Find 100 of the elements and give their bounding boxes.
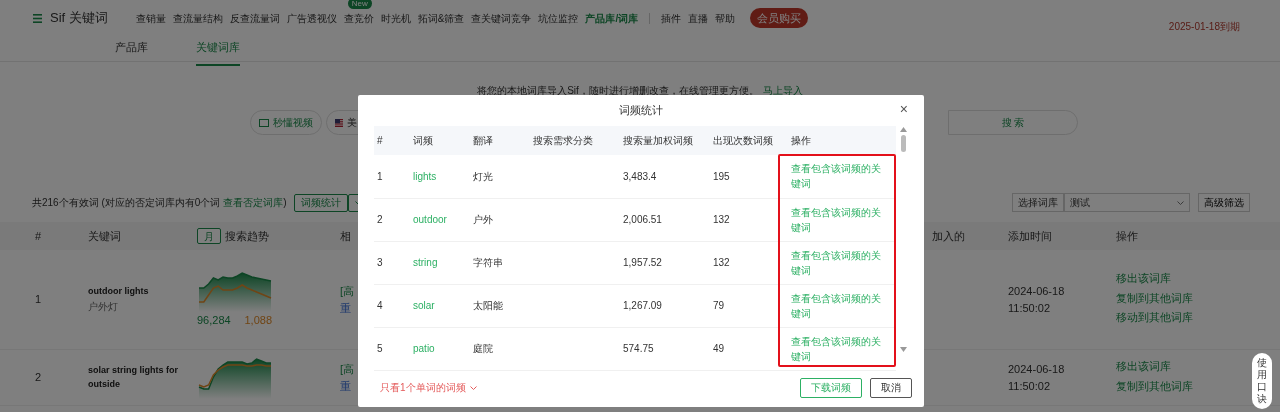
weighted-frequency: 1,957.52 xyxy=(620,241,710,284)
added-time: 2024-06-18 11:50:02 xyxy=(1008,362,1066,394)
nav-link-item[interactable]: 查流量结构 xyxy=(172,12,223,24)
column-header: 操作 xyxy=(788,126,896,155)
dialog-title: 词频统计 xyxy=(619,103,663,119)
rank-value: 1,088 xyxy=(244,313,272,329)
scroll-up-icon[interactable] xyxy=(900,127,907,132)
word-link[interactable]: lights xyxy=(413,170,437,182)
new-badge: New xyxy=(347,0,372,9)
video-button[interactable]: 秒懂视频 xyxy=(250,110,322,135)
nav-link-item[interactable]: 帮助 xyxy=(715,12,736,24)
library-label: 选择词库 xyxy=(1012,193,1064,212)
flag-icon xyxy=(335,118,343,127)
search-button[interactable]: 搜 索 xyxy=(948,110,1078,135)
word-count-filter[interactable]: 只看1个单词的词频 xyxy=(380,380,477,395)
relevance-tag: [高 xyxy=(340,283,355,300)
advanced-filter-button[interactable]: 高级筛选 xyxy=(1198,193,1250,212)
vip-purchase-button[interactable]: 会员购买 xyxy=(750,7,809,29)
view-keywords-link[interactable]: 查看包含该词频的关键词 xyxy=(791,161,893,192)
import-hint: 将您的本地词库导入Sif，随时进行增删改查，在线管理更方便。 xyxy=(477,85,759,96)
column-header: # xyxy=(374,126,410,155)
library-select[interactable]: 测试 xyxy=(1064,193,1190,212)
word-link[interactable]: patio xyxy=(413,343,435,354)
relevance-tag: [高 xyxy=(340,361,355,378)
column-header: 操作 xyxy=(1116,228,1138,244)
column-header: 翻译 xyxy=(470,126,530,155)
keyword-text: solar string lights for outside xyxy=(88,364,179,391)
translation-text: 庭院 xyxy=(470,327,530,370)
view-keywords-link[interactable]: 查看包含该词频的关键词 xyxy=(791,333,893,364)
menu-icon[interactable] xyxy=(33,13,42,23)
row-number: 1 xyxy=(374,155,410,198)
row-number: 5 xyxy=(374,327,410,370)
row-action-link[interactable]: 复制到其他词库 xyxy=(1116,377,1193,394)
column-header: 搜索需求分类 xyxy=(530,126,620,155)
screen-icon xyxy=(259,118,269,127)
nav-link-item[interactable]: 时光机 xyxy=(380,12,411,24)
period-toggle[interactable]: 月 xyxy=(197,228,221,244)
word-frequency-button[interactable]: 词频统计 xyxy=(294,193,349,212)
row-number: 1 xyxy=(35,292,43,308)
expiry-date: 2025-01-18到期 xyxy=(1168,19,1240,34)
reanalyze-link[interactable]: 重 xyxy=(340,377,351,394)
column-header: 相 xyxy=(340,228,351,244)
nav-link-item[interactable]: 插件 xyxy=(661,12,682,24)
word-link[interactable]: string xyxy=(413,257,438,268)
translation-text: 灯光 xyxy=(470,155,530,198)
row-action-link[interactable]: 移出该词库 xyxy=(1116,358,1171,375)
occurrence-count: 79 xyxy=(710,284,788,327)
download-button[interactable]: 下载词频 xyxy=(800,377,862,398)
row-number: 4 xyxy=(374,284,410,327)
nav-link-item[interactable]: 广告透视仪 xyxy=(286,12,337,24)
nav-link-item[interactable]: 反查流量词 xyxy=(229,12,280,24)
word-link[interactable]: outdoor xyxy=(413,214,447,225)
import-link[interactable]: 马上导入 xyxy=(762,85,803,96)
added-time: 2024-06-18 11:50:02 xyxy=(1008,284,1066,316)
cancel-button[interactable]: 取消 xyxy=(870,377,912,398)
row-number: 2 xyxy=(35,370,43,386)
occurrence-count: 195 xyxy=(710,155,788,198)
occurrence-count: 132 xyxy=(710,241,788,284)
weighted-frequency: 2,006.51 xyxy=(620,198,710,241)
view-keywords-link[interactable]: 查看包含该词频的关键词 xyxy=(791,204,893,235)
column-header: 搜索趋势 xyxy=(225,228,269,244)
summary-text: 共216个有效词 (对应的否定词库内有0个词 查看否定词库) xyxy=(32,196,287,210)
usage-tips-tab[interactable]: 使用口诀 xyxy=(1252,353,1272,409)
nav-link-item[interactable]: 产品库/词库 xyxy=(585,12,639,24)
sub-tab[interactable]: 关键词库 xyxy=(196,36,240,66)
translation-text: 太阳能 xyxy=(470,284,530,327)
row-number: 2 xyxy=(374,198,410,241)
sub-tab[interactable]: 产品库 xyxy=(115,36,148,66)
column-header: 关键词 xyxy=(88,228,121,244)
nav-link-item[interactable]: 查竞价 xyxy=(343,12,374,24)
nav-link-item[interactable]: 直播 xyxy=(688,12,709,24)
column-header: 加入的 xyxy=(932,228,965,244)
row-action-link[interactable]: 移出该词库 xyxy=(1116,270,1171,287)
weighted-frequency: 3,483.4 xyxy=(620,155,710,198)
weighted-frequency: 1,267.09 xyxy=(620,284,710,327)
word-link[interactable]: solar xyxy=(413,300,435,311)
logo-text: Sif 关键词 xyxy=(50,9,108,28)
nav-link-item[interactable]: 拓词&筛查 xyxy=(417,12,465,24)
scroll-down-icon[interactable] xyxy=(900,347,907,352)
row-action-link[interactable]: 复制到其他词库 xyxy=(1116,289,1193,307)
nav-link-item[interactable]: 坑位监控 xyxy=(538,12,579,24)
keyword-text: outdoor lights xyxy=(88,285,150,299)
weighted-frequency: 574.75 xyxy=(620,327,710,370)
column-header: 搜索量加权词频 xyxy=(620,126,710,155)
close-button[interactable]: × xyxy=(893,101,914,117)
column-header: 添加时间 xyxy=(1008,228,1052,244)
search-volume: 96,284 xyxy=(197,313,231,329)
nav-link-item[interactable]: 查关键词竞争 xyxy=(471,12,532,24)
view-keywords-link[interactable]: 查看包含该词频的关键词 xyxy=(791,290,893,321)
view-keywords-link[interactable]: 查看包含该词频的关键词 xyxy=(791,247,893,278)
reanalyze-link[interactable]: 重 xyxy=(340,299,351,316)
column-header: # xyxy=(35,228,42,244)
column-header: 出现次数词频 xyxy=(710,126,788,155)
scrollbar-thumb[interactable] xyxy=(901,135,906,152)
row-action-link[interactable]: 移动到其他词库 xyxy=(1116,309,1193,326)
nav-link-item[interactable]: 查销量 xyxy=(135,12,166,24)
column-header: 词频 xyxy=(410,126,470,155)
occurrence-count: 132 xyxy=(710,198,788,241)
translation-text: 户外 xyxy=(470,198,530,241)
translation-text: 户外灯 xyxy=(88,299,119,314)
